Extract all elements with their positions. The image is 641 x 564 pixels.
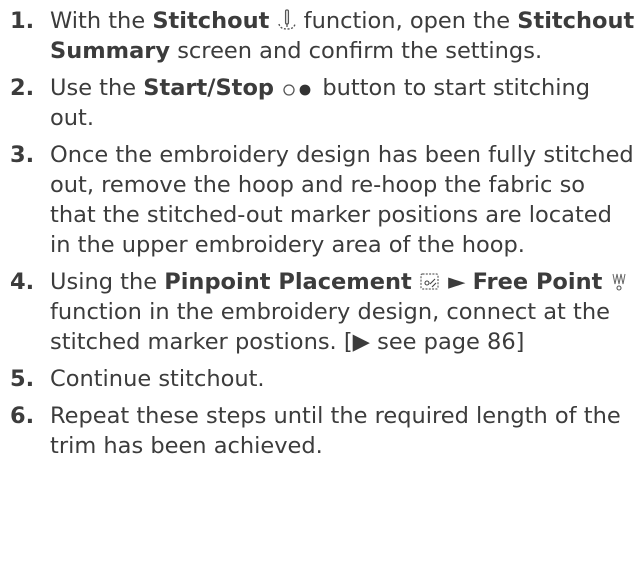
- step-5: 5. Continue stitchout.: [0, 364, 641, 394]
- step-text: Continue stitchout.: [50, 366, 265, 392]
- see-page-link[interactable]: see page 86]: [370, 329, 524, 355]
- step-text: Once the embroidery design has been full…: [50, 142, 634, 258]
- step-text: With the: [50, 8, 153, 34]
- step-4: 4. Using the Pinpoint Placement ► Free P…: [0, 267, 641, 357]
- step-text: function, open the: [296, 8, 518, 34]
- step-2: 2. Use the Start/Stop button to start st…: [0, 73, 641, 133]
- step-text: Use the: [50, 75, 144, 101]
- step-text: Repeat these steps until the required le…: [50, 403, 621, 459]
- step-number: 5.: [10, 366, 35, 392]
- step-6: 6. Repeat these steps until the required…: [0, 401, 641, 461]
- step-number: 1.: [10, 8, 35, 34]
- step-text[interactable]: function in the embroidery design, conne…: [50, 299, 610, 355]
- stitchout-label: Stitchout: [152, 8, 270, 34]
- step-number: 4.: [10, 269, 35, 295]
- start-stop-label: Start/Stop: [143, 75, 275, 101]
- pinpoint-placement-icon: [419, 272, 441, 292]
- step-text: Using the: [50, 269, 165, 295]
- free-point-icon: [610, 272, 628, 292]
- free-point-label: Free Point: [472, 269, 603, 295]
- step-number: 3.: [10, 142, 35, 168]
- instruction-page: 1. With the Stitchout function, open the…: [0, 0, 641, 564]
- step-1: 1. With the Stitchout function, open the…: [0, 6, 641, 66]
- step-number: 6.: [10, 403, 35, 429]
- step-3: 3. Once the embroidery design has been f…: [0, 140, 641, 260]
- step-number: 2.: [10, 75, 35, 101]
- step-text: screen and confirm the settings.: [170, 38, 543, 64]
- see-page-arrow[interactable]: ▶: [353, 329, 370, 355]
- nav-arrow: ►: [440, 269, 473, 295]
- steps-list: 1. With the Stitchout function, open the…: [0, 6, 641, 461]
- start-stop-icon: [281, 82, 315, 98]
- stitchout-needle-icon: [277, 9, 297, 31]
- pinpoint-placement-label: Pinpoint Placement: [164, 269, 412, 295]
